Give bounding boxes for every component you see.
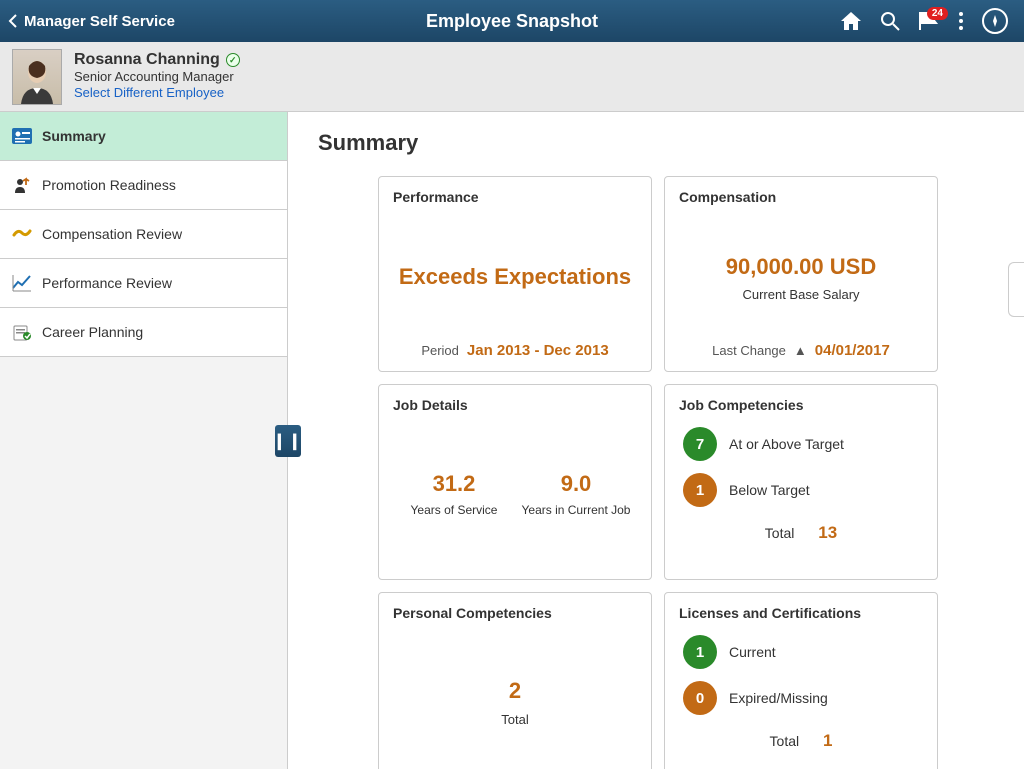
compass-icon xyxy=(982,8,1008,34)
card-compensation[interactable]: Compensation 90,000.00 USD Current Base … xyxy=(664,176,938,372)
performance-icon xyxy=(12,273,32,293)
card-performance[interactable]: Performance Exceeds Expectations Period … xyxy=(378,176,652,372)
last-change-value: 04/01/2017 xyxy=(815,342,890,359)
last-change-label: Last Change xyxy=(712,343,786,358)
total-label: Total xyxy=(765,525,795,541)
card-grid: Performance Exceeds Expectations Period … xyxy=(378,176,938,769)
years-job-value: 9.0 xyxy=(519,471,633,497)
sidebar-item-career[interactable]: Career Planning xyxy=(0,308,287,357)
notifications-button[interactable]: 24 xyxy=(918,11,940,31)
employee-avatar xyxy=(12,49,62,105)
sidebar-item-performance[interactable]: Performance Review xyxy=(0,259,287,308)
back-label: Manager Self Service xyxy=(24,13,175,30)
expired-count: 0 xyxy=(683,681,717,715)
sidebar-item-promotion[interactable]: Promotion Readiness xyxy=(0,161,287,210)
notification-badge: 24 xyxy=(927,7,948,20)
body-layout: Summary Promotion Readiness Compensation… xyxy=(0,112,1024,769)
card-title: Job Competencies xyxy=(679,397,923,413)
years-service-value: 31.2 xyxy=(397,471,511,497)
sidebar-label: Career Planning xyxy=(42,324,143,340)
sidebar-label: Promotion Readiness xyxy=(42,177,176,193)
career-icon xyxy=(12,322,32,342)
period-value: Jan 2013 - Dec 2013 xyxy=(467,342,609,359)
card-job-details[interactable]: Job Details 31.2 Years of Service 9.0 Ye… xyxy=(378,384,652,580)
card-licenses[interactable]: Licenses and Certifications 1 Current 0 … xyxy=(664,592,938,769)
total-value: 1 xyxy=(823,731,832,750)
sidebar: Summary Promotion Readiness Compensation… xyxy=(0,112,288,769)
years-service-label: Years of Service xyxy=(397,503,511,517)
below-target-label: Below Target xyxy=(729,482,810,498)
status-indicator-icon xyxy=(226,53,240,67)
employee-name-row: Rosanna Channing xyxy=(74,51,240,69)
card-title: Job Details xyxy=(393,397,637,413)
sidebar-label: Summary xyxy=(42,128,106,144)
sidebar-label: Compensation Review xyxy=(42,226,182,242)
related-actions-tab[interactable] xyxy=(1008,262,1024,317)
kebab-icon xyxy=(958,11,964,31)
sidebar-collapse-toggle[interactable]: ❙❙ xyxy=(275,425,301,457)
trend-up-icon: ▲ xyxy=(794,343,807,358)
employee-title: Senior Accounting Manager xyxy=(74,69,240,84)
below-target-count: 1 xyxy=(683,473,717,507)
nav-button[interactable] xyxy=(982,8,1008,34)
home-icon xyxy=(840,11,862,31)
employee-header: Rosanna Channing Senior Accounting Manag… xyxy=(0,42,1024,112)
card-title: Compensation xyxy=(679,189,923,205)
above-target-label: At or Above Target xyxy=(729,436,844,452)
card-job-competencies[interactable]: Job Competencies 7 At or Above Target 1 … xyxy=(664,384,938,580)
card-title: Licenses and Certifications xyxy=(679,605,923,621)
card-personal-competencies[interactable]: Personal Competencies 2 Total xyxy=(378,592,652,769)
search-icon xyxy=(880,11,900,31)
years-job-label: Years in Current Job xyxy=(519,503,633,517)
home-button[interactable] xyxy=(840,11,862,31)
back-button[interactable]: Manager Self Service xyxy=(8,13,175,30)
chevron-left-icon xyxy=(8,14,18,28)
sidebar-item-summary[interactable]: Summary xyxy=(0,112,287,161)
card-title: Personal Competencies xyxy=(393,605,637,621)
summary-icon xyxy=(12,126,32,146)
topbar-actions: 24 xyxy=(840,8,1016,34)
above-target-count: 7 xyxy=(683,427,717,461)
performance-rating: Exceeds Expectations xyxy=(399,263,631,292)
content-heading: Summary xyxy=(318,130,994,156)
sidebar-item-compensation[interactable]: Compensation Review xyxy=(0,210,287,259)
employee-name: Rosanna Channing xyxy=(74,51,220,69)
collapse-icon: ❙❙ xyxy=(273,431,304,451)
search-button[interactable] xyxy=(880,11,900,31)
main-content: Summary Performance Exceeds Expectations… xyxy=(288,112,1024,769)
select-employee-link[interactable]: Select Different Employee xyxy=(74,85,224,100)
top-bar: Manager Self Service Employee Snapshot 2… xyxy=(0,0,1024,42)
total-value: 13 xyxy=(818,523,837,542)
personal-count: 2 xyxy=(509,677,521,706)
personal-label: Total xyxy=(501,712,528,727)
period-label: Period xyxy=(421,343,459,358)
promotion-icon xyxy=(12,175,32,195)
sidebar-label: Performance Review xyxy=(42,275,172,291)
current-label: Current xyxy=(729,644,776,660)
expired-label: Expired/Missing xyxy=(729,690,828,706)
page-title: Employee Snapshot xyxy=(426,11,598,32)
salary-amount: 90,000.00 USD xyxy=(726,253,876,282)
salary-sublabel: Current Base Salary xyxy=(742,287,859,302)
menu-button[interactable] xyxy=(958,11,964,31)
compensation-icon xyxy=(12,224,32,244)
current-count: 1 xyxy=(683,635,717,669)
total-label: Total xyxy=(770,733,800,749)
card-title: Performance xyxy=(393,189,637,205)
employee-info: Rosanna Channing Senior Accounting Manag… xyxy=(74,51,240,102)
